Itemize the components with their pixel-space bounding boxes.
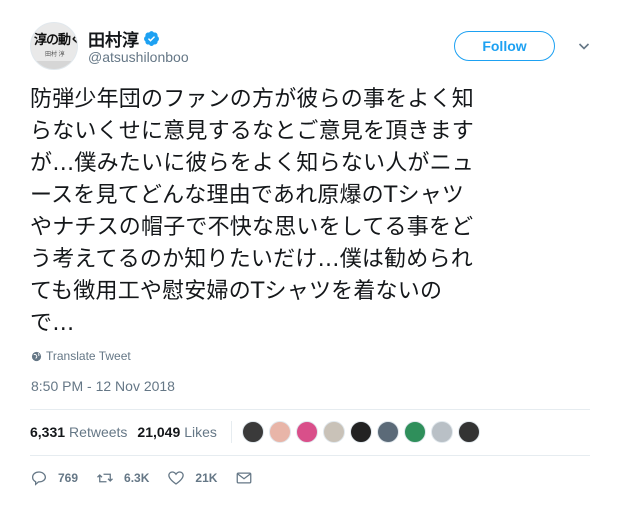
heart-icon	[168, 471, 185, 485]
user-handle[interactable]: @atsushilonboo	[88, 49, 189, 65]
tweet-line: う考えてるのか知りたいだけ…僕は勧められ	[30, 247, 473, 272]
retweet-icon	[97, 473, 113, 483]
liker-avatar[interactable]	[403, 421, 426, 443]
tweet-line: が…僕みたいに彼らをよく知らない人がニュ	[30, 151, 475, 176]
tweet-header: 淳の動く 田村 淳 田村淳 @atsushilonboo Follow	[30, 22, 600, 72]
tweet-line: 防弾少年団のファンの方が彼らの事をよく知	[30, 87, 475, 112]
avatar-text: 淳の動く	[34, 32, 78, 47]
translate-tweet-link[interactable]: Translate Tweet	[31, 349, 131, 363]
avatar[interactable]: 淳の動く 田村 淳	[30, 22, 78, 70]
liker-avatars	[241, 421, 485, 443]
liker-avatar[interactable]	[430, 421, 453, 443]
tweet-timestamp[interactable]: 8:50 PM - 12 Nov 2018	[31, 378, 175, 394]
liker-avatar[interactable]	[457, 421, 480, 443]
stats-separator	[230, 421, 232, 443]
name-row: 田村淳	[88, 26, 160, 51]
tweet-line: らないくせに意見するなとご意見を頂きます	[30, 119, 475, 144]
divider	[30, 409, 590, 410]
liker-avatar[interactable]	[322, 421, 345, 443]
liker-avatar[interactable]	[241, 421, 264, 443]
likes-count[interactable]: 21,049	[137, 424, 180, 440]
translate-label: Translate Tweet	[46, 349, 131, 363]
verified-badge-icon	[144, 31, 159, 46]
tweet-line: ースを見てどんな理由であれ原爆のTシャツ	[30, 183, 465, 208]
chevron-down-icon[interactable]	[578, 40, 590, 52]
like-count: 21K	[195, 471, 218, 485]
like-button[interactable]: 21K	[167, 469, 217, 487]
retweets-count[interactable]: 6,331	[30, 424, 65, 440]
globe-icon	[31, 351, 42, 361]
retweets-label[interactable]: Retweets	[69, 424, 127, 440]
tweet-stats: 6,331 Retweets 21,049 Likes	[30, 420, 590, 444]
tweet-line: で…	[30, 311, 75, 336]
retweet-count: 6.3K	[124, 471, 150, 485]
tweet-line: ても徴用工や慰安婦のTシャツを着ないの	[30, 279, 443, 304]
follow-button[interactable]: Follow	[454, 31, 555, 61]
avatar-subtext: 田村 淳	[45, 52, 65, 58]
retweet-button[interactable]: 6.3K	[96, 469, 149, 487]
likes-label[interactable]: Likes	[184, 424, 217, 440]
reply-button[interactable]: 769	[30, 469, 78, 487]
tweet-line: やナチスの帽子で不快な思いをしてる事をど	[30, 215, 474, 240]
divider	[30, 455, 590, 456]
liker-avatar[interactable]	[376, 421, 399, 443]
liker-avatar[interactable]	[268, 421, 291, 443]
liker-avatar[interactable]	[349, 421, 372, 443]
tweet-text: 防弾少年団のファンの方が彼らの事をよく知 らないくせに意見するなとご意見を頂きま…	[30, 84, 590, 340]
liker-avatar[interactable]	[295, 421, 318, 443]
direct-message-button[interactable]	[235, 469, 263, 487]
avatar-strip	[31, 61, 77, 69]
display-name[interactable]: 田村淳	[88, 26, 139, 51]
reply-icon	[31, 471, 47, 486]
envelope-icon	[237, 472, 252, 484]
tweet-actions: 769 6.3K 21K	[30, 469, 281, 487]
reply-count: 769	[58, 471, 79, 485]
